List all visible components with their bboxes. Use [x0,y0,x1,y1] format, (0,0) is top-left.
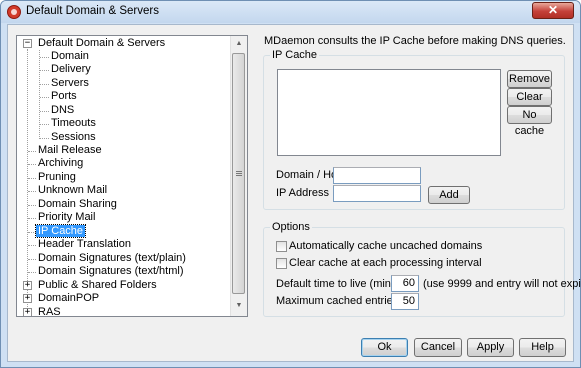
mdaemon-app-icon [7,5,21,19]
tree-item-domain-sharing[interactable]: Domain Sharing [36,198,119,211]
tree-item-ip-cache[interactable]: IP Cache [34,224,87,238]
tree-item-archiving[interactable]: Archiving [36,157,85,170]
tree-item-pruning[interactable]: Pruning [36,171,78,184]
ip-cache-list[interactable] [277,69,501,156]
tree-item-ports[interactable]: Ports [49,90,79,103]
clear-cache-checkbox[interactable] [276,258,287,269]
ip-address-label: IP Address [276,187,329,199]
tree-item-domain-signatures-plain[interactable]: Domain Signatures (text/plain) [36,252,188,265]
tree-scrollbar[interactable]: ▲ ▼ [230,36,247,316]
tree-item-priority-mail[interactable]: Priority Mail [36,211,97,224]
title-bar[interactable]: Default Domain & Servers ✕ [1,1,580,23]
tree-item-servers[interactable]: Servers [49,77,91,90]
tree-item-domain[interactable]: Domain [49,50,91,63]
tree-item-domain-signatures-html[interactable]: Domain Signatures (text/html) [36,265,186,278]
ip-address-input[interactable] [333,185,421,202]
scroll-up-icon[interactable]: ▲ [232,36,246,52]
expand-icon[interactable]: + [23,294,32,303]
add-button[interactable]: Add [428,186,470,204]
cancel-button[interactable]: Cancel [414,338,462,357]
settings-tree: − Default Domain & Servers Domain Delive… [16,35,248,317]
tree-item-delivery[interactable]: Delivery [49,63,93,76]
tree-item-mail-release[interactable]: Mail Release [36,144,104,157]
domain-host-input[interactable] [333,167,421,184]
intro-text: MDaemon consults the IP Cache before mak… [264,35,566,47]
expand-icon[interactable]: + [23,281,32,290]
tree-item-sessions[interactable]: Sessions [49,131,98,144]
auto-cache-checkbox[interactable] [276,241,287,252]
ok-button[interactable]: Ok [361,338,408,357]
auto-cache-label: Automatically cache uncached domains [289,240,483,252]
tree-item-unknown-mail[interactable]: Unknown Mail [36,184,109,197]
expand-icon[interactable]: + [23,308,32,316]
window-title: Default Domain & Servers [26,5,159,17]
apply-button[interactable]: Apply [467,338,514,357]
help-button[interactable]: Help [519,338,566,357]
clear-button[interactable]: Clear [507,88,552,106]
tree-root-default-domain-servers[interactable]: Default Domain & Servers [36,37,167,50]
ttl-hint: (use 9999 and entry will not expire) [423,278,581,290]
remove-button[interactable]: Remove [507,70,552,88]
tree-item-timeouts[interactable]: Timeouts [49,117,98,130]
ip-cache-group-title: IP Cache [270,49,320,61]
max-entries-label: Maximum cached entries [276,295,399,307]
scrollbar-thumb[interactable] [232,53,245,294]
clear-cache-label: Clear cache at each processing interval [289,257,482,269]
tree-item-label: Default Domain & Servers [38,37,166,49]
tree-item-public-shared-folders[interactable]: Public & Shared Folders [36,279,159,292]
close-button[interactable]: ✕ [532,2,574,19]
tree-item-header-translation[interactable]: Header Translation [36,238,133,251]
tree-item-ras[interactable]: RAS [36,306,63,316]
max-entries-input[interactable]: 50 [391,293,419,310]
scroll-down-icon[interactable]: ▼ [232,298,246,314]
ttl-input[interactable]: 60 [391,275,419,292]
tree-item-dns[interactable]: DNS [49,104,76,117]
tree-item-domainpop[interactable]: DomainPOP [36,292,101,305]
collapse-icon[interactable]: − [23,39,32,48]
options-group-title: Options [270,221,312,233]
no-cache-button[interactable]: No cache [507,106,552,137]
